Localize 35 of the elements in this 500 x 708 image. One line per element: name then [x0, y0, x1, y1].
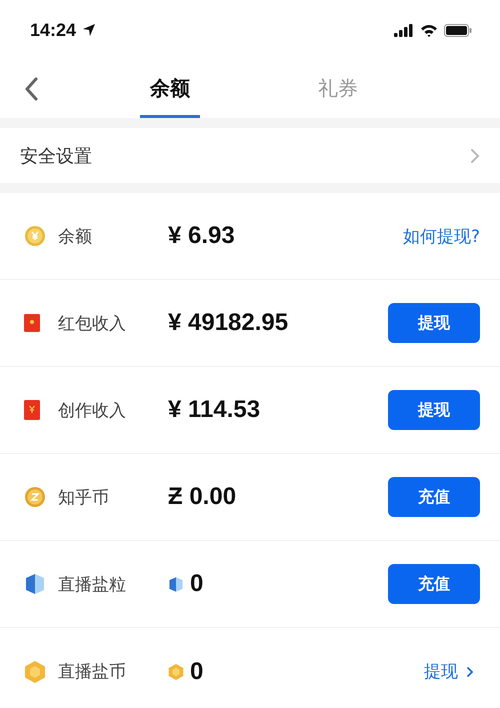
action-button[interactable]: 充值 [388, 564, 480, 604]
envelope-icon [24, 314, 40, 332]
account-name: 直播盐币 [58, 661, 127, 683]
back-icon[interactable] [24, 77, 38, 101]
location-arrow-icon [82, 23, 96, 37]
envelope-icon [24, 400, 40, 420]
withdraw-link[interactable]: 提现 [424, 660, 458, 683]
signal-icon [394, 24, 414, 36]
account-name: 创作收入 [58, 400, 127, 422]
amount: 0 [190, 570, 204, 598]
battery-icon [444, 24, 472, 36]
action-button[interactable]: 提现 [388, 390, 480, 430]
withdraw-help-link[interactable]: 如何提现? [402, 224, 480, 248]
hexagon-coin-icon [24, 660, 46, 684]
coin-icon [24, 225, 46, 247]
action-button[interactable]: 提现 [388, 303, 480, 343]
status-time: 14:24 [30, 20, 76, 40]
chevron-right-icon[interactable] [466, 666, 474, 678]
account-name: 红包收入 [58, 312, 127, 334]
action-button[interactable]: 充值 [388, 477, 480, 517]
crystal-icon [24, 573, 46, 595]
amount: ¥ 114.53 [168, 396, 260, 424]
wifi-icon [420, 24, 438, 36]
amount: 0 [190, 658, 204, 686]
coin-icon [24, 486, 46, 508]
hexagon-coin-icon [168, 662, 184, 680]
account-name: 直播盐粒 [58, 574, 127, 596]
account-name: 知乎币 [58, 486, 110, 508]
account-name: 余额 [58, 226, 93, 248]
amount: Ƶ 0.00 [168, 483, 236, 511]
tab[interactable]: 礼券 [318, 60, 492, 118]
crystal-icon [168, 576, 184, 592]
security-settings-label[interactable]: 安全设置 [20, 144, 92, 168]
amount: ¥ 49182.95 [168, 309, 288, 337]
amount: ¥ 6.93 [168, 222, 235, 250]
